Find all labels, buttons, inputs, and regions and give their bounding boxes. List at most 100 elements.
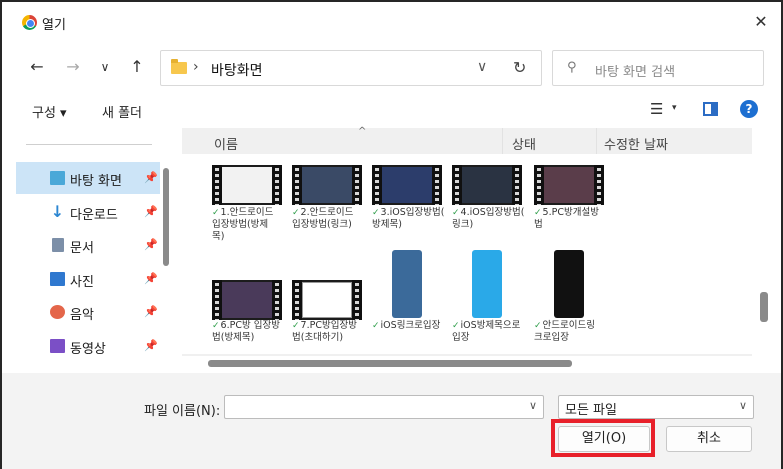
sidebar-item-videos[interactable]: 동영상 📌 (16, 330, 160, 362)
file-name-line: 방제목) (372, 219, 402, 230)
file-item[interactable]: ✓7.PC방입장방 법(초대하기) (292, 280, 368, 360)
view-options-dropdown[interactable]: ▾ (672, 103, 677, 113)
video-frame (222, 167, 272, 203)
film-strip (292, 165, 302, 205)
file-name-line: 법 (534, 219, 543, 230)
file-name-line: 4.iOS입장방법( (460, 207, 525, 218)
search-box[interactable]: ⚲ 바탕 화면 검색 (552, 50, 764, 86)
video-frame (544, 167, 594, 203)
video-thumbnail (452, 165, 522, 205)
sort-ascending-icon: ^ (358, 126, 367, 137)
address-separator[interactable]: › (193, 59, 199, 75)
file-item[interactable]: ✓1.안드로이드 입장방법(방제 목) (212, 165, 288, 245)
file-name-line: 법(방제목) (212, 332, 255, 343)
file-name: ✓1.안드로이드 입장방법(방제 목) (212, 207, 288, 243)
search-placeholder[interactable]: 바탕 화면 검색 (595, 61, 675, 80)
column-header-modified[interactable]: 수정한 날짜 (604, 134, 668, 153)
address-bar[interactable]: › 바탕화면 ∨ ↻ (160, 50, 542, 86)
video-frame (302, 282, 352, 318)
column-divider[interactable] (502, 128, 503, 154)
up-button[interactable]: ↑ (126, 56, 148, 78)
chrome-app-icon (22, 15, 37, 30)
forward-button[interactable]: → (62, 56, 84, 78)
open-file-dialog: 열기 ✕ ← → ∨ ↑ › 바탕화면 ∨ ↻ ⚲ 바탕 화면 검색 구성 ▾ … (0, 0, 783, 469)
sync-check-icon: ✓ (292, 321, 300, 331)
file-name-line: 크로입장 (534, 332, 569, 343)
filetype-dropdown[interactable]: ∨ (739, 399, 747, 412)
film-strip (372, 165, 382, 205)
column-header-name[interactable]: 이름 (214, 134, 238, 153)
preview-pane-icon[interactable] (703, 102, 718, 116)
video-thumbnail (212, 280, 282, 320)
pin-icon[interactable]: 📌 (144, 305, 158, 318)
cancel-button[interactable]: 취소 (666, 426, 752, 452)
sidebar-item-documents[interactable]: 문서 📌 (16, 229, 160, 261)
image-thumbnail (472, 250, 502, 318)
command-toolbar: 구성 ▾ 새 폴더 ☰ ▾ ? (2, 90, 781, 128)
file-item[interactable]: ✓iOS링크로입장 (372, 250, 448, 360)
pin-icon[interactable]: 📌 (144, 339, 158, 352)
help-icon[interactable]: ? (740, 100, 758, 118)
view-list-icon[interactable]: ☰ (650, 100, 663, 118)
file-name-line: 5.PC방개설방 (542, 207, 599, 218)
file-name: ✓5.PC방개설방 법 (534, 207, 610, 231)
horizontal-scrollbar[interactable] (208, 360, 572, 367)
sidebar-item-desktop[interactable]: 바탕 화면 📌 (16, 162, 160, 194)
file-item[interactable]: ✓안드로이드링 크로입장 (534, 250, 610, 360)
pin-icon[interactable]: 📌 (144, 171, 158, 184)
file-list-pane: ^ 이름 상태 수정한 날짜 ✓1.안드로이드 입장방법(방제 목) ✓2.안드로이드… (174, 126, 768, 373)
file-name-line: 법(초대하기) (292, 332, 344, 343)
file-name-line: 링크) (452, 219, 474, 230)
recent-locations-button[interactable]: ∨ (94, 56, 116, 78)
sync-check-icon: ✓ (452, 321, 460, 331)
new-folder-button[interactable]: 새 폴더 (102, 102, 142, 121)
organize-menu-button[interactable]: 구성 ▾ (32, 102, 67, 121)
file-item[interactable]: ✓iOS방제목으로 입장 (452, 250, 528, 360)
filetype-value[interactable]: 모든 파일 (565, 399, 617, 418)
file-item[interactable]: ✓4.iOS입장방법(링크) (452, 165, 528, 245)
file-name-line: iOS링크로입장 (380, 320, 441, 331)
file-name-line: 안드로이드링 (542, 320, 595, 331)
file-list-frame: ^ 이름 상태 수정한 날짜 ✓1.안드로이드 입장방법(방제 목) ✓2.안드로이드… (182, 126, 752, 367)
file-item[interactable]: ✓5.PC방개설방 법 (534, 165, 610, 245)
pin-icon[interactable]: 📌 (144, 238, 158, 251)
address-path[interactable]: 바탕화면 (211, 60, 263, 80)
file-item[interactable]: ✓6.PC방 입장방 법(방제목) (212, 280, 288, 360)
file-name: ✓3.iOS입장방법(방제목) (372, 207, 448, 231)
film-strip (512, 165, 522, 205)
document-icon (52, 238, 64, 252)
column-divider[interactable] (596, 128, 597, 154)
video-frame (382, 167, 432, 203)
sidebar-item-label: 음악 (70, 308, 94, 323)
sync-check-icon: ✓ (534, 208, 542, 218)
back-button[interactable]: ← (26, 56, 48, 78)
filename-input[interactable]: ∨ (224, 395, 544, 419)
sidebar-item-music[interactable]: 음악 📌 (16, 296, 160, 328)
sidebar-item-downloads[interactable]: ↓ 다운로드 📌 (16, 196, 160, 228)
vertical-scrollbar[interactable] (760, 292, 768, 322)
file-name: ✓6.PC방 입장방 법(방제목) (212, 320, 288, 344)
address-history-dropdown[interactable]: ∨ (477, 59, 487, 75)
sidebar-item-label: 사진 (70, 275, 94, 290)
video-thumbnail (292, 280, 362, 320)
nav-pane-scrollbar[interactable] (163, 168, 169, 266)
file-name-line: 7.PC방입장방 (300, 320, 357, 331)
navigation-bar: ← → ∨ ↑ › 바탕화면 ∨ ↻ ⚲ 바탕 화면 검색 (2, 42, 781, 90)
title-bar: 열기 ✕ (2, 2, 781, 42)
filename-dropdown[interactable]: ∨ (529, 399, 537, 412)
file-name-line: iOS방제목으로 (460, 320, 521, 331)
video-frame (462, 167, 512, 203)
film-strip (272, 165, 282, 205)
file-grid: ✓1.안드로이드 입장방법(방제 목) ✓2.안드로이드 입장방법(링크) ✓3.iOS입… (182, 154, 752, 354)
video-frame (302, 167, 352, 203)
file-item[interactable]: ✓2.안드로이드 입장방법(링크) (292, 165, 368, 245)
sidebar-item-pictures[interactable]: 사진 📌 (16, 263, 160, 295)
film-strip (352, 165, 362, 205)
column-header-status[interactable]: 상태 (512, 134, 536, 153)
close-button[interactable]: ✕ (751, 12, 771, 32)
filetype-select[interactable]: 모든 파일 ∨ (558, 395, 754, 419)
file-item[interactable]: ✓3.iOS입장방법(방제목) (372, 165, 448, 245)
pin-icon[interactable]: 📌 (144, 205, 158, 218)
refresh-button[interactable]: ↻ (513, 58, 526, 77)
pin-icon[interactable]: 📌 (144, 272, 158, 285)
